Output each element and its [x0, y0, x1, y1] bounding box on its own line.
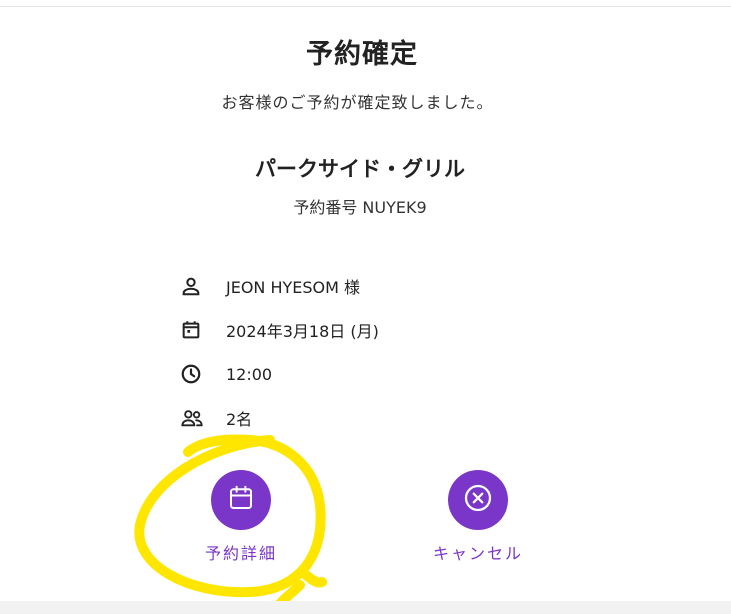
page-title: 予約確定	[306, 39, 418, 70]
reservation-details: JEON HYESOM 様 2024年3月18日 (月) 12:00 2名	[180, 264, 540, 440]
calendar-icon	[226, 483, 256, 517]
bottom-band	[0, 601, 731, 614]
reservation-number: 予約番号 NUYEK9	[293, 198, 427, 217]
reservation-details-label[interactable]: 予約詳細	[205, 540, 277, 564]
reservation-details-button[interactable]: 予約詳細	[171, 470, 311, 564]
x-circle-icon	[462, 482, 494, 518]
top-divider	[0, 6, 731, 7]
reservation-confirmation-page: 予約確定 お客様のご予約が確定致しました。 パークサイド・グリル 予約番号 NU…	[0, 0, 731, 614]
detail-row-guest: JEON HYESOM 様	[180, 264, 540, 308]
cancel-button[interactable]: キャンセル	[408, 470, 548, 564]
calendar-icon	[180, 317, 206, 343]
detail-row-date: 2024年3月18日 (月)	[180, 308, 540, 352]
reservation-details-button-circle[interactable]	[211, 470, 271, 530]
detail-row-time: 12:00	[180, 352, 540, 396]
restaurant-name: パークサイド・グリル	[255, 157, 465, 181]
cancel-label[interactable]: キャンセル	[433, 540, 523, 564]
party-size: 2名	[226, 410, 253, 429]
people-icon	[180, 405, 206, 431]
guest-name: JEON HYESOM 様	[226, 278, 361, 297]
cancel-button-circle[interactable]	[448, 470, 508, 530]
detail-row-party-size: 2名	[180, 396, 540, 440]
reservation-date: 2024年3月18日 (月)	[226, 322, 379, 341]
reservation-time: 12:00	[226, 364, 273, 384]
clock-icon	[180, 361, 206, 387]
confirmation-message: お客様のご予約が確定致しました。	[221, 93, 494, 112]
person-icon	[180, 273, 206, 299]
